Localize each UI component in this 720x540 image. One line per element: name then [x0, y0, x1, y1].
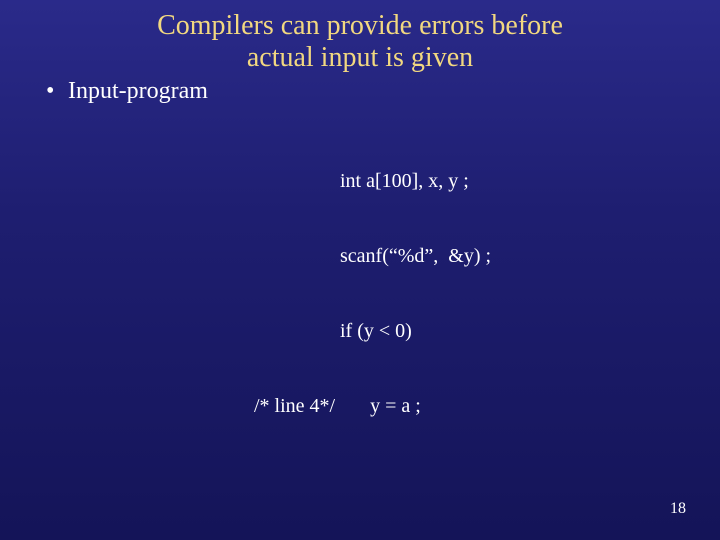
- bullet-dot-icon: •: [46, 78, 62, 105]
- code-line-4-code: y = a ;: [335, 395, 421, 417]
- code-line-2: scanf(“%d”, &y) ;: [340, 244, 680, 269]
- slide-title: Compilers can provide errors before actu…: [40, 10, 680, 74]
- slide: Compilers can provide errors before actu…: [0, 0, 720, 540]
- bullet-input-program: • Input-program: [46, 78, 680, 105]
- code-line-1: int a[100], x, y ;: [340, 169, 680, 194]
- bullet-input-program-label: Input-program: [68, 78, 208, 104]
- code-block: int a[100], x, y ; scanf(“%d”, &y) ; if …: [340, 119, 680, 469]
- code-line-4: /* line 4*/ y = a ;: [340, 394, 680, 419]
- code-line-3: if (y < 0): [340, 319, 680, 344]
- title-line-1: Compilers can provide errors before: [157, 10, 563, 41]
- title-line-2: actual input is given: [247, 42, 473, 73]
- code-line-4-comment: /* line 4*/: [254, 394, 335, 419]
- slide-number: 18: [670, 500, 686, 518]
